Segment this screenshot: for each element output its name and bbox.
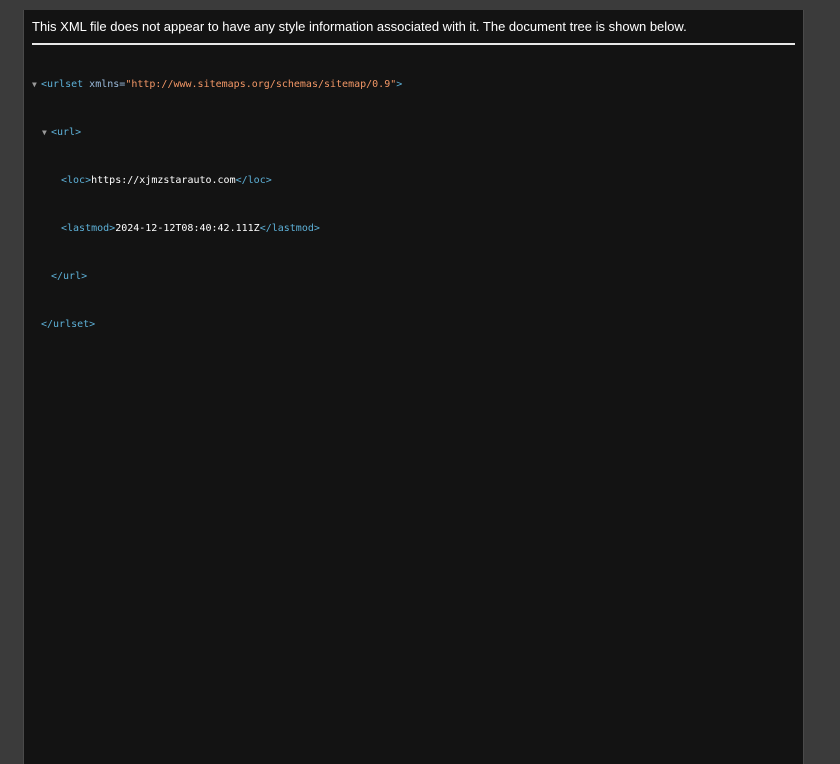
urlset-open-line: ▼ <urlset xmlns="http://www.sitemaps.org/… [32, 79, 803, 91]
lastmod-line: <lastmod>2024-12-12T08:40:42.111Z</lastm… [32, 223, 803, 235]
xml-viewer: This XML file does not appear to have an… [23, 10, 804, 764]
url-close-line: </url> [32, 271, 803, 283]
no-style-info-message: This XML file does not appear to have an… [32, 10, 795, 45]
xmlns-attribute-value: "http://www.sitemaps.org/schemas/sitemap… [125, 79, 397, 90]
url-open-tag: <url> [51, 127, 82, 138]
xml-document-tree: ▼ <urlset xmlns="http://www.sitemaps.org/… [24, 55, 803, 355]
collapse-url-toggle-icon[interactable]: ▼ [42, 127, 51, 139]
xmlns-attribute-name: xmlns= [83, 79, 126, 90]
urlset-close-line: </urlset> [32, 319, 803, 331]
loc-close-tag: </loc> [235, 175, 272, 186]
loc-value: https://xjmzstarauto.com [91, 175, 236, 186]
urlset-close-tag: </urlset> [41, 319, 96, 330]
urlset-open-tag: <urlset [41, 79, 84, 90]
lastmod-value: 2024-12-12T08:40:42.111Z [115, 223, 260, 234]
url-open-line: ▼ <url> [32, 127, 803, 139]
collapse-urlset-toggle-icon[interactable]: ▼ [32, 79, 41, 91]
loc-open-tag: <loc> [61, 175, 92, 186]
loc-line: <loc>https://xjmzstarauto.com</loc> [32, 175, 803, 187]
lastmod-open-tag: <lastmod> [61, 223, 116, 234]
url-close-tag: </url> [51, 271, 88, 282]
urlset-open-tag-end: > [396, 79, 403, 90]
lastmod-close-tag: </lastmod> [259, 223, 320, 234]
